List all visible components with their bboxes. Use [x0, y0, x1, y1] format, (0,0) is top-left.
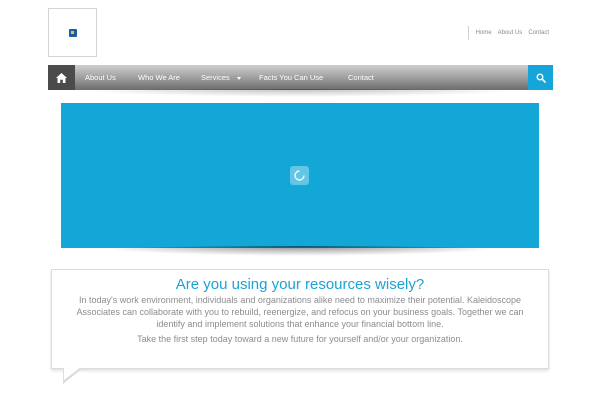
- loading-spinner-icon: [290, 166, 309, 185]
- top-link-about-us[interactable]: About Us: [495, 30, 526, 36]
- logo-mark-icon: [69, 29, 77, 37]
- home-icon: [56, 72, 67, 83]
- callout-cta-text: Take the first step today toward a new f…: [137, 334, 463, 344]
- nav-item-facts-you-can-use[interactable]: Facts You Can Use: [259, 65, 323, 90]
- search-icon: [536, 73, 546, 83]
- chevron-down-icon: [236, 76, 241, 80]
- nav-item-about-us[interactable]: About Us: [85, 65, 116, 90]
- callout-heading: Are you using your resources wisely?: [175, 276, 425, 293]
- intro-callout: Are you using your resources wisely? In …: [51, 269, 549, 369]
- nav-home-button[interactable]: [48, 65, 75, 90]
- slider-shadow: [90, 246, 510, 256]
- nav-item-services-label: Services: [201, 73, 230, 82]
- callout-paragraph: In today's work environment, individuals…: [76, 295, 524, 329]
- search-button[interactable]: [528, 65, 553, 90]
- top-link-contact[interactable]: Contact: [525, 30, 552, 36]
- nav-item-services[interactable]: Services: [201, 65, 241, 90]
- nav-shadow: [70, 89, 530, 97]
- callout-tail: [63, 367, 83, 384]
- top-links: Home About Us Contact: [467, 26, 552, 40]
- site-logo[interactable]: [48, 8, 97, 57]
- main-navigation: About Us Who We Are Services Facts You C…: [48, 65, 553, 90]
- nav-item-contact[interactable]: Contact: [348, 65, 374, 90]
- nav-item-who-we-are[interactable]: Who We Are: [138, 65, 180, 90]
- top-link-home[interactable]: Home: [473, 30, 495, 36]
